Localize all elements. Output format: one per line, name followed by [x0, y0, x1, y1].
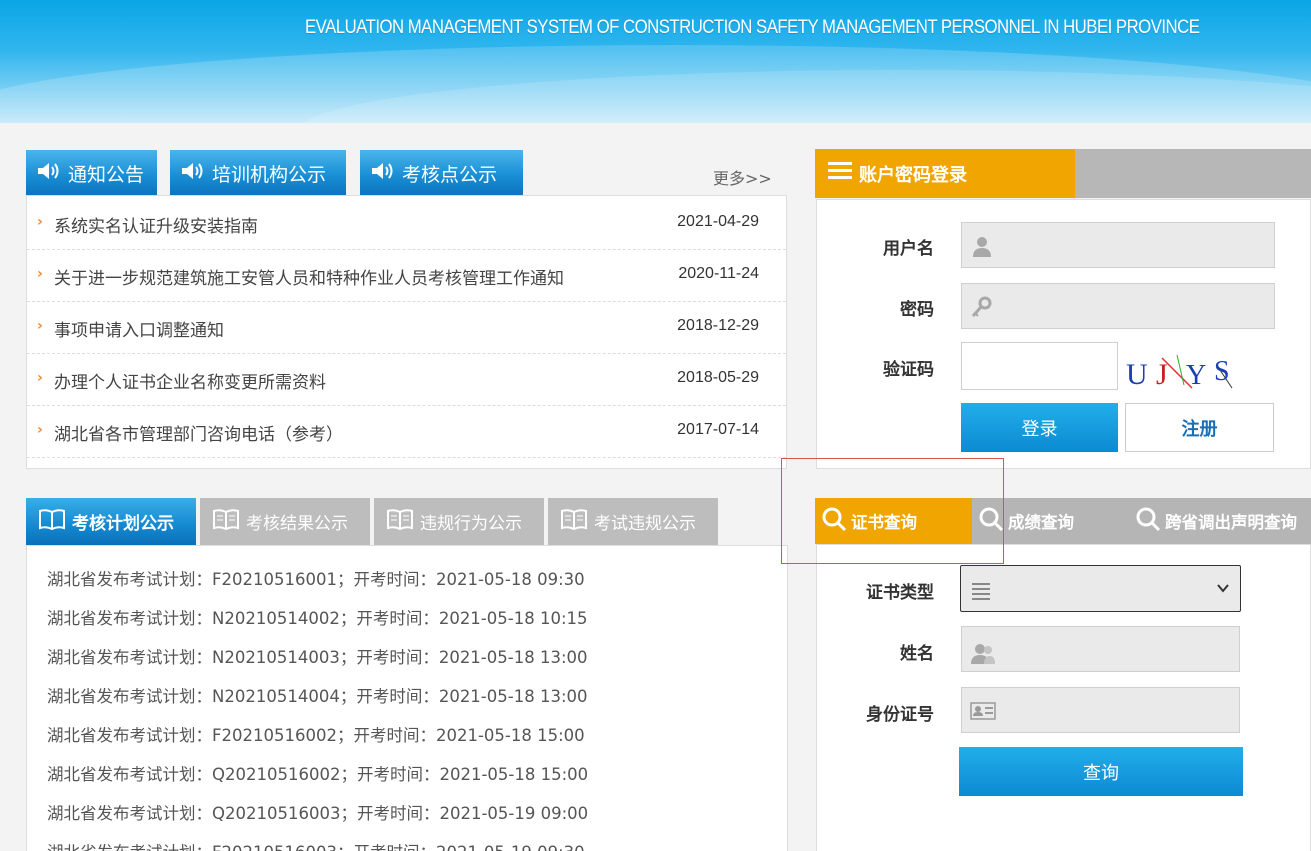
register-button[interactable]: 注册 [1125, 403, 1274, 452]
news-title[interactable]: 湖北省各市管理部门咨询电话（参考） [54, 420, 343, 445]
password-input[interactable] [961, 283, 1275, 329]
tab-label: 跨省调出声明查询 [1165, 513, 1297, 532]
chevron-right-icon: › [37, 318, 43, 334]
search-icon [1135, 506, 1161, 536]
tab-inactive[interactable] [1075, 149, 1311, 198]
user-icon [970, 234, 994, 262]
list-item[interactable]: › 关于进一步规范建筑施工安管人员和特种作业人员考核管理工作通知 2020-11… [27, 250, 786, 302]
news-date: 2021-04-29 [677, 213, 759, 230]
speaker-icon [370, 161, 398, 186]
news-title[interactable]: 关于进一步规范建筑施工安管人员和特种作业人员考核管理工作通知 [54, 264, 564, 289]
site-title: EVALUATION MANAGEMENT SYSTEM OF CONSTRUC… [305, 16, 1200, 38]
tab-label: 考核计划公示 [72, 514, 174, 534]
tab-label: 培训机构公示 [212, 163, 327, 186]
tab-label: 考核结果公示 [246, 514, 348, 534]
header-banner: EVALUATION MANAGEMENT SYSTEM OF CONSTRUC… [0, 0, 1311, 123]
captcha-label: 验证码 [883, 360, 934, 380]
cert-type-select[interactable] [960, 565, 1241, 612]
book-icon [560, 507, 588, 536]
list-item[interactable]: › 事项申请入口调整通知 2018-12-29 [27, 302, 786, 354]
id-card-icon [970, 701, 996, 725]
speaker-icon [180, 161, 208, 186]
captcha-char: Y [1186, 360, 1206, 390]
list-item[interactable]: › 办理个人证书企业名称变更所需资料 2018-05-29 [27, 354, 786, 406]
news-date: 2020-11-24 [678, 265, 759, 282]
login-button[interactable]: 登录 [961, 403, 1118, 452]
list-item[interactable]: 湖北省发布考试计划：Q20210516003；开考时间：2021-05-19 0… [47, 800, 588, 824]
list-item[interactable]: 湖北省发布考试计划：N20210514002；开考时间：2021-05-18 1… [47, 605, 588, 629]
tab-transfer-query[interactable]: 跨省调出声明查询 [1129, 498, 1311, 544]
tab-violations[interactable]: 违规行为公示 [374, 498, 544, 545]
tab-label: 考试违规公示 [594, 514, 696, 534]
users-icon [970, 641, 996, 669]
captcha-image[interactable]: U J Y S [1122, 350, 1240, 391]
tab-exam-violations[interactable]: 考试违规公示 [548, 498, 718, 545]
tab-label: 成绩查询 [1008, 513, 1074, 532]
cert-type-label: 证书类型 [866, 583, 934, 603]
tab-training-institutions[interactable]: 培训机构公示 [170, 150, 346, 196]
list-item[interactable]: 湖北省发布考试计划：N20210514003；开考时间：2021-05-18 1… [47, 644, 588, 668]
news-title[interactable]: 事项申请入口调整通知 [54, 316, 224, 341]
tab-label: 违规行为公示 [420, 514, 522, 534]
tab-label: 账户密码登录 [859, 164, 967, 186]
captcha-input[interactable] [961, 342, 1118, 390]
exam-plan-list: 湖北省发布考试计划：F20210516001；开考时间：2021-05-18 0… [26, 545, 788, 851]
book-icon [38, 507, 66, 536]
id-number-input[interactable] [961, 687, 1240, 733]
list-item[interactable]: 湖北省发布考试计划：F20210516002；开考时间：2021-05-18 1… [47, 722, 585, 746]
chevron-right-icon: › [37, 370, 43, 386]
password-label: 密码 [900, 300, 934, 320]
captcha-char: U [1126, 358, 1148, 390]
captcha-char: J [1156, 358, 1168, 390]
list-item[interactable]: 湖北省发布考试计划：F20210516003；开考时间：2021-05-19 0… [47, 839, 585, 851]
tab-label: 通知公告 [68, 163, 145, 186]
name-label: 姓名 [900, 644, 934, 664]
list-item[interactable]: 湖北省发布考试计划：N20210514004；开考时间：2021-05-18 1… [47, 683, 588, 707]
news-date: 2018-12-29 [677, 317, 759, 334]
news-list: › 系统实名认证升级安装指南 2021-04-29 › 关于进一步规范建筑施工安… [26, 195, 787, 469]
tab-exam-results[interactable]: 考核结果公示 [200, 498, 370, 545]
captcha-char: S [1214, 356, 1230, 387]
chevron-down-icon [1216, 580, 1230, 599]
chevron-right-icon: › [37, 266, 43, 282]
query-button[interactable]: 查询 [959, 747, 1243, 796]
book-icon [386, 507, 414, 536]
username-label: 用户名 [883, 239, 934, 259]
name-input[interactable] [961, 626, 1240, 672]
tab-label: 考核点公示 [402, 163, 498, 186]
list-item[interactable]: 湖北省发布考试计划：F20210516001；开考时间：2021-05-18 0… [47, 566, 585, 590]
tab-exam-sites[interactable]: 考核点公示 [360, 150, 523, 196]
list-icon [971, 580, 991, 604]
speaker-icon [36, 161, 64, 186]
tab-account-login[interactable]: 账户密码登录 [815, 149, 1075, 198]
list-item[interactable]: › 湖北省各市管理部门咨询电话（参考） 2017-07-14 [27, 406, 786, 458]
book-icon [212, 507, 240, 536]
list-item[interactable]: 湖北省发布考试计划：Q20210516002；开考时间：2021-05-18 1… [47, 761, 588, 785]
id-number-label: 身份证号 [866, 705, 934, 725]
news-date: 2018-05-29 [677, 369, 759, 386]
username-input[interactable] [961, 222, 1275, 268]
tab-exam-plan[interactable]: 考核计划公示 [26, 498, 196, 545]
chevron-right-icon: › [37, 422, 43, 438]
tab-notices[interactable]: 通知公告 [26, 150, 157, 196]
news-date: 2017-07-14 [677, 421, 759, 438]
list-item[interactable]: › 系统实名认证升级安装指南 2021-04-29 [27, 198, 786, 250]
news-title[interactable]: 系统实名认证升级安装指南 [54, 212, 258, 237]
menu-icon [827, 160, 853, 187]
chevron-right-icon: › [37, 214, 43, 230]
news-title[interactable]: 办理个人证书企业名称变更所需资料 [54, 368, 326, 393]
highlight-frame [781, 458, 1004, 564]
more-link[interactable]: 更多>> [713, 165, 772, 189]
key-icon [970, 295, 994, 323]
